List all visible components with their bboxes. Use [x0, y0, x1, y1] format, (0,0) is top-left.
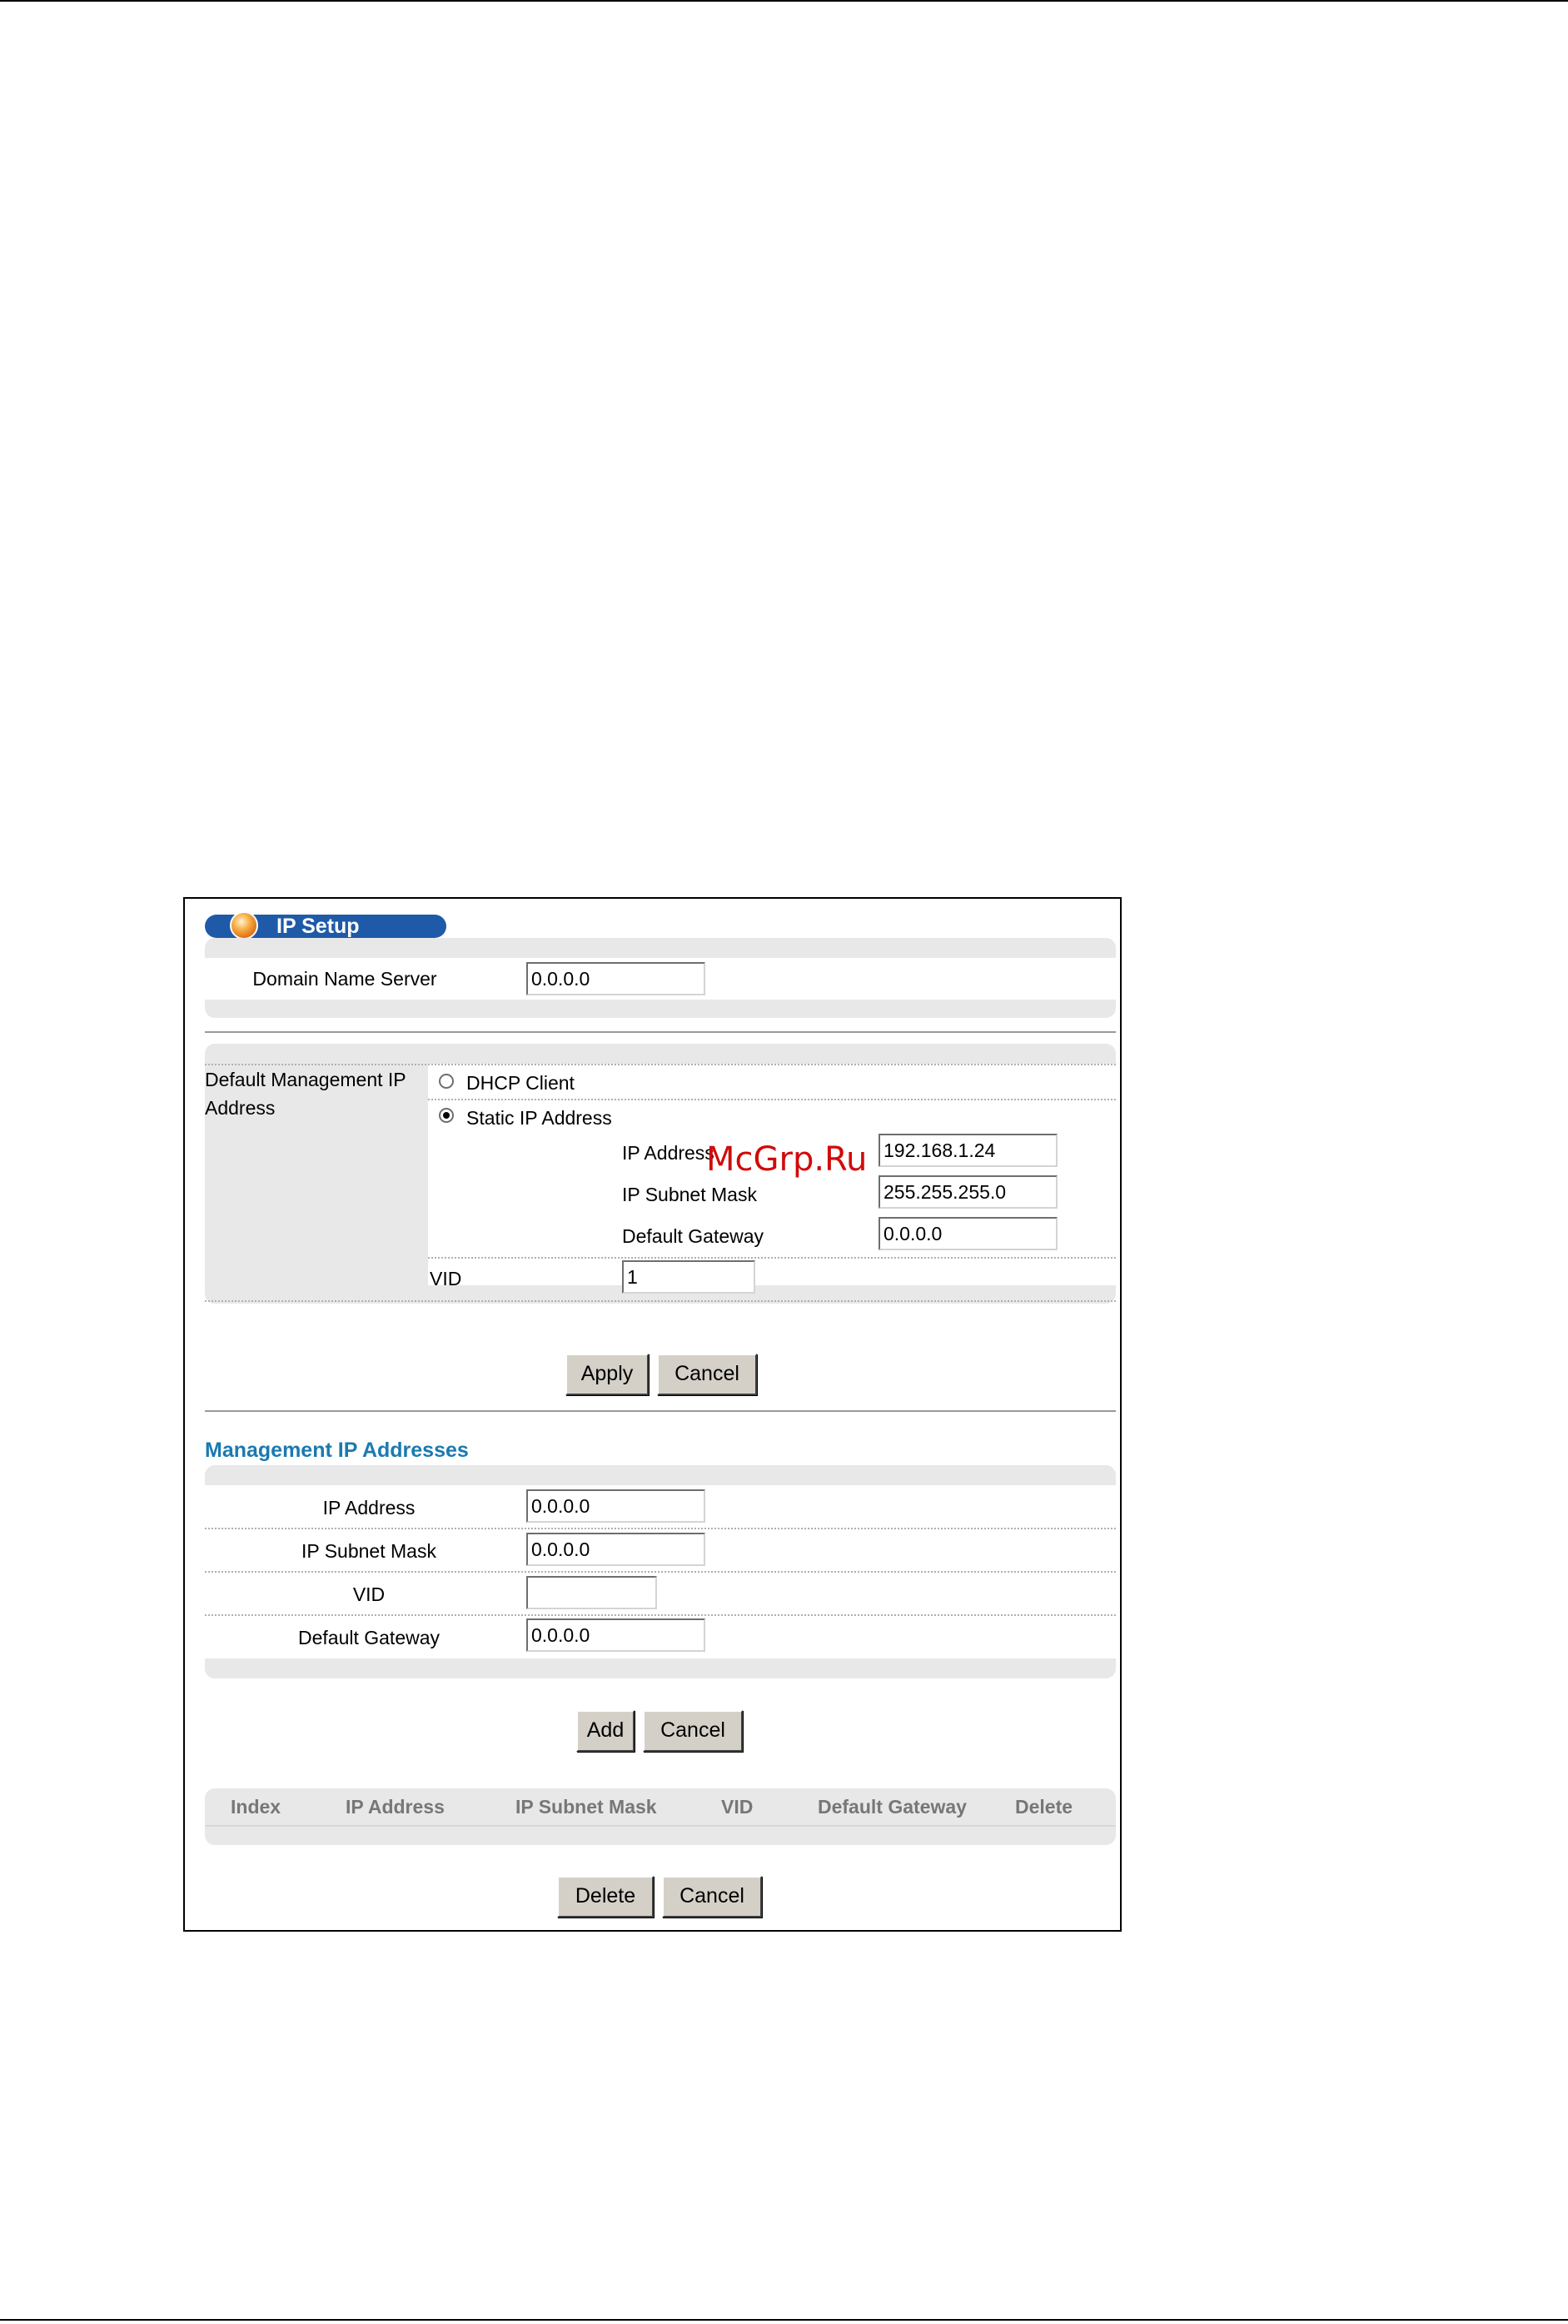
table-header-delete: Delete — [1015, 1796, 1073, 1818]
dns-input[interactable] — [526, 962, 705, 995]
dns-label: Domain Name Server — [252, 968, 437, 990]
page-bottom-rule — [0, 2319, 1568, 2321]
static-gateway-label: Default Gateway — [622, 1225, 764, 1247]
row-separator — [205, 1571, 1116, 1573]
title-orb-icon — [230, 911, 258, 940]
table-header-vid: VID — [721, 1796, 754, 1818]
watermark: McGrp.Ru — [706, 1140, 868, 1179]
dhcp-client-radio[interactable] — [439, 1074, 454, 1089]
ip-setup-screen: IP Setup Domain Name Server Default Mana… — [183, 897, 1122, 1932]
dhcp-client-label: DHCP Client — [466, 1072, 575, 1094]
mgmt-vid-input[interactable] — [526, 1576, 657, 1609]
default-vid-input[interactable] — [622, 1260, 755, 1294]
mgmt-gateway-label: Default Gateway — [297, 1627, 441, 1648]
divider — [205, 1410, 1116, 1412]
table-header-index: Index — [231, 1796, 281, 1818]
apply-button[interactable]: Apply — [565, 1354, 649, 1395]
static-ip-address-input[interactable] — [879, 1134, 1058, 1167]
page-title: IP Setup — [276, 915, 360, 938]
static-gateway-input[interactable] — [879, 1217, 1058, 1250]
row-separator — [205, 1614, 1116, 1616]
cancel-button[interactable]: Cancel — [643, 1710, 743, 1752]
divider — [205, 1031, 1116, 1033]
table-header-default-gateway: Default Gateway — [818, 1796, 967, 1818]
add-button[interactable]: Add — [576, 1710, 635, 1752]
mgmt-ip-heading: Management IP Addresses — [205, 1439, 469, 1462]
table-header-underline — [205, 1825, 1116, 1827]
row-separator — [205, 1300, 1116, 1302]
row-separator — [428, 1257, 1116, 1259]
table-header-subnet-mask: IP Subnet Mask — [515, 1796, 657, 1818]
row-separator — [205, 1064, 1116, 1065]
default-mgmt-label-line1: Default Management IP — [205, 1069, 406, 1090]
mgmt-vid-label: VID — [352, 1583, 386, 1605]
default-vid-label: VID — [430, 1268, 462, 1289]
row-separator — [205, 1528, 1116, 1529]
mgmt-ip-address-label: IP Address — [322, 1497, 416, 1519]
row-separator — [428, 1099, 1116, 1100]
static-subnet-mask-input[interactable] — [879, 1175, 1058, 1209]
table-header-ip-address: IP Address — [346, 1796, 445, 1818]
mgmt-subnet-mask-input[interactable] — [526, 1533, 705, 1566]
mgmt-gateway-input[interactable] — [526, 1618, 705, 1652]
delete-button[interactable]: Delete — [557, 1876, 654, 1918]
mgmt-ip-table — [205, 1788, 1116, 1845]
cancel-button[interactable]: Cancel — [662, 1876, 762, 1918]
cancel-button[interactable]: Cancel — [657, 1354, 757, 1395]
page-top-rule — [0, 0, 1568, 2]
static-subnet-mask-label: IP Subnet Mask — [622, 1184, 757, 1205]
static-ip-address-label: IP Address — [622, 1142, 714, 1164]
title-bar: IP Setup — [205, 911, 446, 940]
static-ip-radio[interactable] — [439, 1108, 454, 1123]
static-ip-label: Static IP Address — [466, 1107, 612, 1129]
mgmt-ip-address-input[interactable] — [526, 1489, 705, 1523]
mgmt-subnet-mask-label: IP Subnet Mask — [301, 1540, 436, 1562]
default-mgmt-label-line2: Address — [205, 1097, 276, 1119]
